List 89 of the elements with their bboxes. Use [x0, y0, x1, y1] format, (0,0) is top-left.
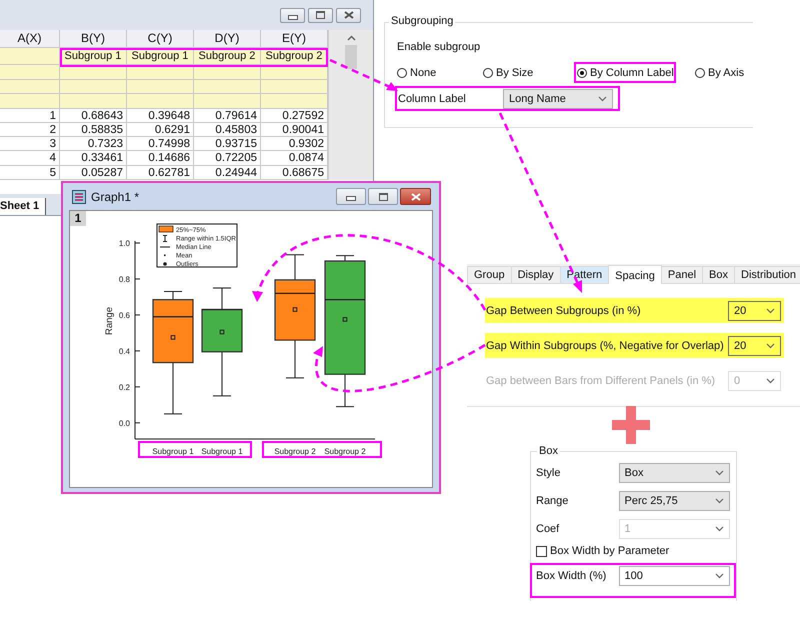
table-cell: 0.39648	[127, 108, 194, 123]
radio-option[interactable]: By Column Label	[577, 67, 695, 79]
tick-label: 0.2	[118, 382, 130, 392]
axis-title: Range	[104, 307, 115, 335]
category-label: Subgroup 1	[201, 447, 243, 456]
sheet-tab[interactable]: Sheet 1	[0, 198, 46, 215]
table-cell: 0.79614	[194, 108, 261, 123]
table-cell: 0.14686	[127, 151, 194, 166]
whisker-icon	[162, 235, 168, 242]
tab[interactable]: Group	[467, 266, 512, 283]
radio-option[interactable]: By Axis	[695, 67, 744, 79]
column-label-dropdown[interactable]: Long Name	[503, 89, 613, 109]
chevron-down-icon	[715, 572, 724, 578]
category-label: Subgroup 2	[274, 447, 316, 456]
tick-label: 0.6	[118, 310, 130, 320]
scrollbar[interactable]	[328, 30, 373, 180]
field-label: Gap between Bars from Different Panels (in %)	[486, 374, 716, 386]
column-label-label: Column Label	[398, 93, 467, 105]
chevron-down-icon	[766, 378, 775, 384]
table-cell: 0.05287	[60, 166, 127, 180]
row-number: 4	[0, 151, 60, 166]
column-header[interactable]: A(X)	[0, 30, 60, 48]
group-title: Subgrouping	[389, 15, 456, 27]
field-label: Range	[536, 494, 570, 506]
category-label: Subgroup 2	[324, 447, 366, 456]
row-number: 1	[0, 108, 60, 123]
window-title: Graph1 *	[91, 190, 140, 204]
table-cell: 0.33461	[60, 151, 127, 166]
line-icon	[160, 246, 170, 248]
tick-label: 0.4	[118, 346, 130, 356]
value-dropdown[interactable]: Perc 25,75	[618, 490, 730, 510]
value-dropdown[interactable]: Box	[618, 462, 730, 482]
tick-label: 0.8	[118, 274, 130, 284]
chevron-down-icon	[766, 342, 775, 348]
column-header[interactable]: E(Y)	[261, 30, 328, 48]
tick-label: 0.0	[118, 418, 130, 428]
scroll-thumb[interactable]	[345, 45, 357, 69]
scroll-up-icon	[346, 35, 356, 41]
row-number: 2	[0, 122, 60, 138]
field-label: Style	[536, 466, 562, 478]
field-label: Gap Between Subgroups (in %)	[486, 304, 641, 316]
table-cell: 0.68643	[60, 108, 127, 123]
row-number: 5	[0, 166, 60, 180]
close-icon	[410, 192, 420, 200]
tab[interactable]: Display	[510, 266, 561, 283]
close-button[interactable]	[336, 8, 361, 22]
table-cell: 0.45803	[194, 122, 261, 138]
table-cell: 0.24944	[194, 166, 261, 180]
table-cell: 0.62781	[127, 166, 194, 180]
field-label: Box Width (%)	[536, 570, 608, 582]
value-dropdown[interactable]: 100	[618, 566, 730, 586]
tab[interactable]: Spacing	[608, 265, 662, 284]
close-icon	[344, 11, 354, 19]
radio-option[interactable]: None	[397, 67, 483, 79]
plus-icon	[612, 406, 650, 444]
maximize-button[interactable]	[368, 188, 398, 205]
table-cell: 0.72205	[194, 151, 261, 166]
maximize-button[interactable]	[308, 8, 333, 22]
field-label: Coef	[536, 522, 560, 534]
row-number: 3	[0, 137, 60, 152]
table-cell: 0.74998	[127, 137, 194, 152]
layer-badge[interactable]: 1	[70, 211, 86, 226]
field-label: Gap Within Subgroups (%, Negative for Overlap)	[486, 340, 724, 352]
table-cell: 0.6291	[127, 122, 194, 138]
chevron-down-icon	[715, 498, 724, 504]
graph-icon	[72, 190, 86, 204]
table-cell: 0.93715	[194, 137, 261, 152]
tab[interactable]: Pattern	[560, 266, 610, 283]
minimize-button[interactable]	[336, 188, 366, 205]
column-header[interactable]: B(Y)	[60, 30, 127, 48]
chevron-down-icon	[715, 526, 724, 532]
minimize-button[interactable]	[280, 8, 305, 22]
dashed-arrow	[329, 58, 398, 91]
checkbox-option[interactable]: Box Width by Parameter	[536, 545, 670, 557]
category-label: Subgroup 1	[152, 447, 194, 456]
value-dropdown[interactable]: 20	[728, 300, 781, 320]
close-button[interactable]	[400, 188, 431, 205]
table-cell: 0.7323	[60, 137, 127, 152]
group-title: Box	[537, 445, 560, 457]
value-dropdown[interactable]: 20	[728, 336, 781, 356]
chevron-down-icon	[766, 308, 775, 314]
tick-label: 1.0	[118, 239, 130, 248]
column-header[interactable]: D(Y)	[194, 30, 261, 48]
chevron-down-icon	[715, 470, 724, 476]
column-header[interactable]: C(Y)	[127, 30, 194, 48]
enable-subgroup-label: Enable subgroup	[397, 41, 480, 53]
radio-option[interactable]: By Size	[483, 67, 577, 79]
chevron-down-icon	[598, 96, 607, 102]
table-cell: 0.58835	[60, 122, 127, 138]
